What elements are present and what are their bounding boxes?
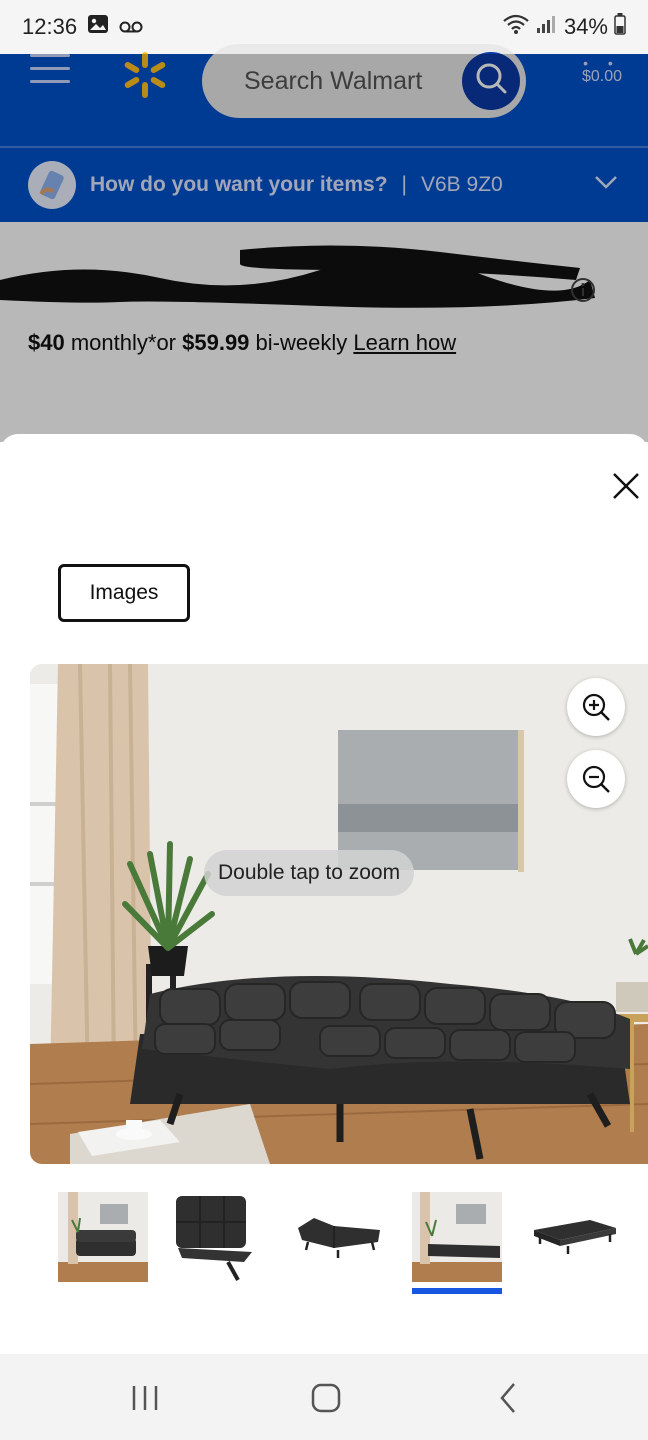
- recent-apps-icon: [132, 1386, 158, 1410]
- signal-icon: [536, 14, 558, 40]
- thumbnail-4[interactable]: [412, 1192, 502, 1282]
- image-viewer-sheet: Images Double tap to zoom: [0, 434, 648, 1354]
- futon-photo: [30, 664, 648, 1164]
- tab-images-label: Images: [89, 581, 159, 604]
- zoom-in-button[interactable]: [567, 678, 625, 736]
- modal-backdrop[interactable]: [0, 54, 648, 442]
- zoom-out-icon: [582, 765, 610, 793]
- status-time: 12:36: [22, 14, 78, 39]
- thumbnail-2[interactable]: [172, 1192, 262, 1282]
- image-icon: [87, 14, 109, 40]
- active-thumbnail-indicator: [412, 1288, 502, 1294]
- thumbnail-1[interactable]: [58, 1192, 148, 1282]
- thumbnail-strip: [0, 1192, 648, 1302]
- voicemail-icon: [119, 14, 143, 40]
- thumbnail-5[interactable]: [530, 1192, 620, 1282]
- close-icon: [613, 473, 639, 499]
- zoom-out-button[interactable]: [567, 750, 625, 808]
- battery-percent: 34%: [563, 14, 608, 39]
- product-image-viewer[interactable]: Double tap to zoom: [30, 664, 648, 1164]
- thumbnail-3[interactable]: [294, 1192, 384, 1282]
- back-icon: [500, 1383, 515, 1413]
- tab-images[interactable]: Images: [58, 564, 190, 622]
- zoom-in-icon: [582, 693, 610, 721]
- close-button[interactable]: [608, 468, 644, 504]
- home-icon: [311, 1383, 341, 1413]
- battery-icon: [614, 13, 626, 41]
- system-nav-bar: [0, 1354, 648, 1440]
- wifi-icon: [502, 13, 530, 41]
- zoom-hint-tooltip: Double tap to zoom: [204, 850, 415, 896]
- recent-apps-button[interactable]: [126, 1380, 166, 1416]
- back-button[interactable]: [490, 1380, 530, 1416]
- home-button[interactable]: [306, 1380, 346, 1416]
